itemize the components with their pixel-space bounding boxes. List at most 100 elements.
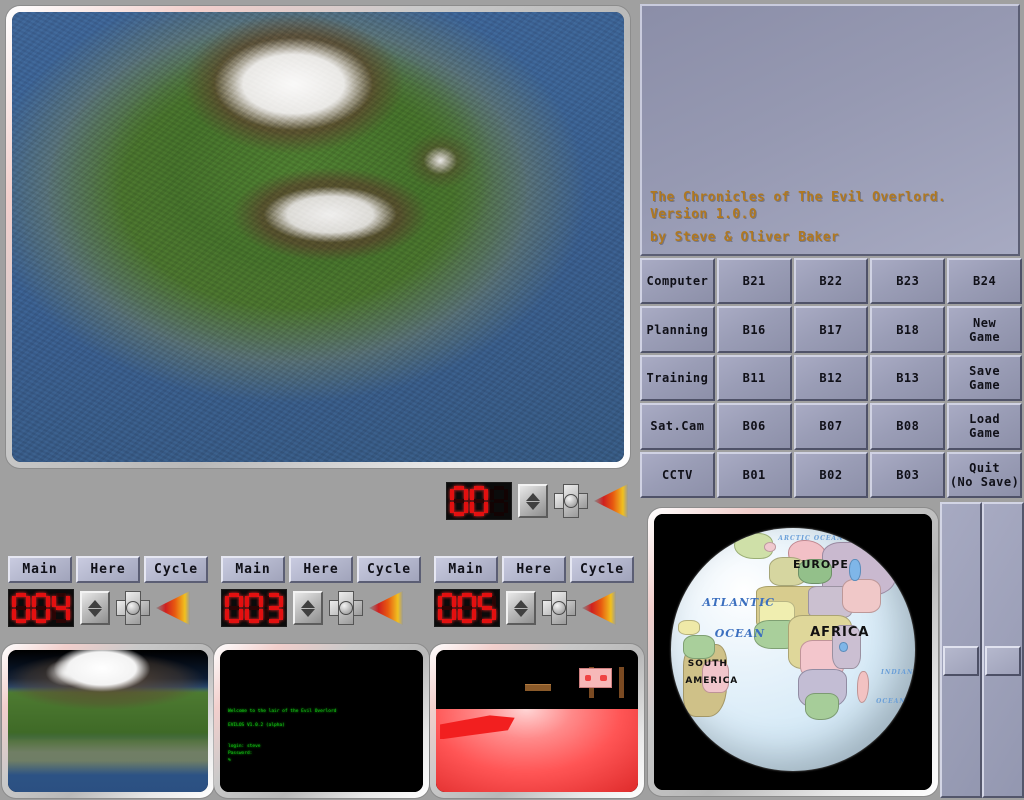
led-segment-c <box>504 502 508 513</box>
led-segment-a <box>454 486 464 490</box>
camera-1-tab-main[interactable]: Main <box>8 556 72 583</box>
globe-viewport-inner[interactable]: ARCTIC OCEAN EUROPE AFRICA ATLANTIC OCEA… <box>654 514 932 790</box>
led-segment-g <box>16 606 26 610</box>
button-b23[interactable]: B23 <box>870 258 946 305</box>
control-button-grid: Computer B21 B22 B23 B24 Planning B16 B17 B18 New… <box>640 258 1024 500</box>
button-cctv[interactable]: CCTV <box>640 451 715 498</box>
led-segment-c <box>239 609 243 620</box>
globe-label-atlantic: ATLANTIC <box>702 595 775 609</box>
camera-2-dpad-compass-icon[interactable] <box>329 591 363 625</box>
button-save-game[interactable]: Save Game <box>947 354 1022 402</box>
led-segment-d <box>462 619 472 623</box>
button-b24[interactable]: B24 <box>947 258 1022 305</box>
camera-2-tab-cycle[interactable]: Cycle <box>357 556 422 583</box>
landmass-venezuela <box>682 634 715 659</box>
camera-1-tab-cycle[interactable]: Cycle <box>144 556 209 583</box>
button-b16[interactable]: B16 <box>716 306 792 353</box>
vertical-slider-left-thumb[interactable] <box>943 646 979 676</box>
button-computer[interactable]: Computer <box>640 258 715 305</box>
camera-3-viewport-inner[interactable] <box>436 650 638 792</box>
button-b01[interactable]: B01 <box>716 451 792 498</box>
button-planning[interactable]: Planning <box>640 306 715 353</box>
button-training[interactable]: Training <box>640 354 715 402</box>
led-segment-e <box>438 609 442 620</box>
camera-2-widgets <box>221 589 421 627</box>
led-segment-g <box>494 499 504 503</box>
camera-3-tab-cycle[interactable]: Cycle <box>570 556 635 583</box>
button-b13[interactable]: B13 <box>870 354 946 402</box>
led-segment-b <box>504 489 508 500</box>
camera-1-tab-here[interactable]: Here <box>76 556 140 583</box>
led-segment-e <box>245 609 249 620</box>
sign-light-left <box>584 674 592 681</box>
camera-3-viewport[interactable] <box>430 644 644 798</box>
camera-3-play-triangle-icon[interactable] <box>582 591 616 625</box>
button-quit-no-save[interactable]: Quit (No Save) <box>947 451 1022 498</box>
main-viewport-inner[interactable] <box>12 12 624 462</box>
dpad-hub <box>126 601 140 615</box>
camera-1-viewport-inner[interactable] <box>8 650 208 792</box>
led-digit-1 <box>458 593 476 623</box>
landmass-lake-victoria <box>839 641 848 652</box>
camera-1-up-down-spinner-icon[interactable] <box>80 591 110 625</box>
camera-2-play-triangle-icon[interactable] <box>369 591 403 625</box>
led-segment-d <box>16 619 26 623</box>
button-b07[interactable]: B07 <box>793 403 869 450</box>
camera-3-dpad-compass-icon[interactable] <box>542 591 576 625</box>
camera-2-led-display <box>221 589 287 627</box>
button-b03[interactable]: B03 <box>870 451 946 498</box>
led-segment-a <box>482 593 492 597</box>
camera-2-tab-main[interactable]: Main <box>221 556 285 583</box>
led-digit-1 <box>32 593 50 623</box>
camera-1-play-triangle-icon[interactable] <box>156 591 190 625</box>
button-b17[interactable]: B17 <box>793 306 869 353</box>
button-sat-cam[interactable]: Sat.Cam <box>640 403 715 450</box>
camera-3-tab-here[interactable]: Here <box>502 556 566 583</box>
main-viewport[interactable] <box>6 6 630 468</box>
play-triangle-icon[interactable] <box>594 484 628 518</box>
camera-1-viewport[interactable] <box>2 644 214 798</box>
led-digit-0 <box>12 593 30 623</box>
led-segment-e <box>450 502 454 513</box>
sign-light-right <box>599 674 607 681</box>
led-segment-e <box>32 609 36 620</box>
button-b02[interactable]: B02 <box>793 451 869 498</box>
button-b22[interactable]: B22 <box>793 258 869 305</box>
camera-2-viewport-inner[interactable]: Welcome to the lair of the Evil Overlord… <box>220 650 423 792</box>
button-b21[interactable]: B21 <box>716 258 792 305</box>
triangle-down-icon <box>301 608 315 617</box>
led-segment-c <box>484 502 488 513</box>
globe-viewport[interactable]: ARCTIC OCEAN EUROPE AFRICA ATLANTIC OCEA… <box>648 508 938 796</box>
button-b12[interactable]: B12 <box>793 354 869 402</box>
led-segment-a <box>442 593 452 597</box>
globe-label-south: SOUTH <box>687 658 728 669</box>
led-segment-e <box>225 609 229 620</box>
camera-2-tab-here[interactable]: Here <box>289 556 353 583</box>
camera-1-tabs: Main Here Cycle <box>8 556 209 583</box>
globe-label-america: AMERICA <box>685 675 739 686</box>
globe-label-arctic-ocean: ARCTIC OCEAN <box>778 535 844 543</box>
camera-2-up-down-spinner-icon[interactable] <box>293 591 323 625</box>
vertical-slider-right-thumb[interactable] <box>985 646 1021 676</box>
camera-3-up-down-spinner-icon[interactable] <box>506 591 536 625</box>
button-b18[interactable]: B18 <box>870 306 946 353</box>
up-down-spinner-icon[interactable] <box>518 484 548 518</box>
camera-1-dpad-compass-icon[interactable] <box>116 591 150 625</box>
main-camera-controls <box>446 482 628 520</box>
dpad-compass-icon[interactable] <box>554 484 588 518</box>
button-b06[interactable]: B06 <box>716 403 792 450</box>
triangle-up-icon <box>514 599 528 608</box>
led-segment-g <box>474 499 484 503</box>
vertical-slider-left[interactable] <box>940 502 982 798</box>
button-load-game[interactable]: Load Game <box>947 403 1022 450</box>
button-new-game[interactable]: New Game <box>947 306 1022 353</box>
camera-2-viewport[interactable]: Welcome to the lair of the Evil Overlord… <box>214 644 429 798</box>
led-segment-c <box>46 609 50 620</box>
landmass-iceland <box>763 542 776 553</box>
vertical-slider-right[interactable] <box>982 502 1024 798</box>
button-b11[interactable]: B11 <box>716 354 792 402</box>
led-segment-c <box>26 609 30 620</box>
button-b08[interactable]: B08 <box>870 403 946 450</box>
camera-3-tab-main[interactable]: Main <box>434 556 498 583</box>
led-segment-b <box>452 596 456 607</box>
